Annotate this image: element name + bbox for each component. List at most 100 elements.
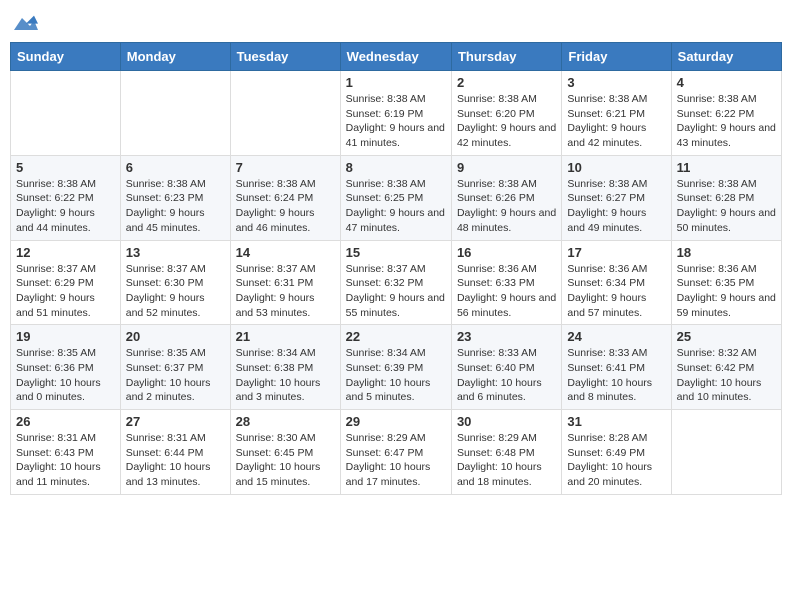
day-info: Sunrise: 8:32 AMSunset: 6:42 PMDaylight:… <box>677 347 762 403</box>
day-number: 22 <box>346 329 446 344</box>
day-info: Sunrise: 8:38 AMSunset: 6:26 PMDaylight:… <box>457 178 556 234</box>
day-info: Sunrise: 8:29 AMSunset: 6:47 PMDaylight:… <box>346 432 431 488</box>
calendar-day-cell: 13 Sunrise: 8:37 AMSunset: 6:30 PMDaylig… <box>120 240 230 325</box>
calendar-week-row: 12 Sunrise: 8:37 AMSunset: 6:29 PMDaylig… <box>11 240 782 325</box>
day-number: 15 <box>346 245 446 260</box>
day-info: Sunrise: 8:38 AMSunset: 6:25 PMDaylight:… <box>346 178 445 234</box>
day-info: Sunrise: 8:34 AMSunset: 6:38 PMDaylight:… <box>236 347 321 403</box>
calendar-day-cell: 27 Sunrise: 8:31 AMSunset: 6:44 PMDaylig… <box>120 410 230 495</box>
day-number: 29 <box>346 414 446 429</box>
calendar-day-cell <box>11 71 121 156</box>
day-number: 31 <box>567 414 665 429</box>
day-number: 2 <box>457 75 556 90</box>
day-number: 16 <box>457 245 556 260</box>
day-number: 3 <box>567 75 665 90</box>
calendar-day-cell: 6 Sunrise: 8:38 AMSunset: 6:23 PMDayligh… <box>120 155 230 240</box>
calendar-header-row: SundayMondayTuesdayWednesdayThursdayFrid… <box>11 43 782 71</box>
day-number: 18 <box>677 245 776 260</box>
calendar-day-cell: 29 Sunrise: 8:29 AMSunset: 6:47 PMDaylig… <box>340 410 451 495</box>
day-info: Sunrise: 8:37 AMSunset: 6:29 PMDaylight:… <box>16 263 96 319</box>
calendar-day-cell: 12 Sunrise: 8:37 AMSunset: 6:29 PMDaylig… <box>11 240 121 325</box>
day-number: 30 <box>457 414 556 429</box>
day-info: Sunrise: 8:28 AMSunset: 6:49 PMDaylight:… <box>567 432 652 488</box>
calendar-day-cell <box>120 71 230 156</box>
day-number: 12 <box>16 245 115 260</box>
calendar-day-cell <box>230 71 340 156</box>
day-number: 7 <box>236 160 335 175</box>
calendar-day-cell: 30 Sunrise: 8:29 AMSunset: 6:48 PMDaylig… <box>451 410 561 495</box>
calendar-day-cell: 23 Sunrise: 8:33 AMSunset: 6:40 PMDaylig… <box>451 325 561 410</box>
calendar-day-cell: 11 Sunrise: 8:38 AMSunset: 6:28 PMDaylig… <box>671 155 781 240</box>
day-info: Sunrise: 8:38 AMSunset: 6:28 PMDaylight:… <box>677 178 776 234</box>
day-info: Sunrise: 8:38 AMSunset: 6:22 PMDaylight:… <box>677 93 776 149</box>
calendar-week-row: 5 Sunrise: 8:38 AMSunset: 6:22 PMDayligh… <box>11 155 782 240</box>
day-number: 4 <box>677 75 776 90</box>
calendar-day-cell: 4 Sunrise: 8:38 AMSunset: 6:22 PMDayligh… <box>671 71 781 156</box>
weekday-header: Friday <box>562 43 671 71</box>
calendar-day-cell: 1 Sunrise: 8:38 AMSunset: 6:19 PMDayligh… <box>340 71 451 156</box>
day-info: Sunrise: 8:36 AMSunset: 6:35 PMDaylight:… <box>677 263 776 319</box>
day-number: 27 <box>126 414 225 429</box>
day-info: Sunrise: 8:37 AMSunset: 6:32 PMDaylight:… <box>346 263 445 319</box>
day-info: Sunrise: 8:38 AMSunset: 6:22 PMDaylight:… <box>16 178 96 234</box>
page-header <box>10 10 782 34</box>
day-number: 23 <box>457 329 556 344</box>
day-number: 10 <box>567 160 665 175</box>
day-info: Sunrise: 8:36 AMSunset: 6:34 PMDaylight:… <box>567 263 647 319</box>
day-number: 24 <box>567 329 665 344</box>
calendar-week-row: 19 Sunrise: 8:35 AMSunset: 6:36 PMDaylig… <box>11 325 782 410</box>
calendar-table: SundayMondayTuesdayWednesdayThursdayFrid… <box>10 42 782 495</box>
calendar-week-row: 1 Sunrise: 8:38 AMSunset: 6:19 PMDayligh… <box>11 71 782 156</box>
weekday-header: Thursday <box>451 43 561 71</box>
day-info: Sunrise: 8:35 AMSunset: 6:36 PMDaylight:… <box>16 347 101 403</box>
day-number: 1 <box>346 75 446 90</box>
day-number: 17 <box>567 245 665 260</box>
calendar-day-cell: 2 Sunrise: 8:38 AMSunset: 6:20 PMDayligh… <box>451 71 561 156</box>
calendar-week-row: 26 Sunrise: 8:31 AMSunset: 6:43 PMDaylig… <box>11 410 782 495</box>
day-number: 21 <box>236 329 335 344</box>
calendar-day-cell: 3 Sunrise: 8:38 AMSunset: 6:21 PMDayligh… <box>562 71 671 156</box>
calendar-day-cell: 14 Sunrise: 8:37 AMSunset: 6:31 PMDaylig… <box>230 240 340 325</box>
day-number: 19 <box>16 329 115 344</box>
logo <box>14 14 40 34</box>
calendar-day-cell: 15 Sunrise: 8:37 AMSunset: 6:32 PMDaylig… <box>340 240 451 325</box>
weekday-header: Tuesday <box>230 43 340 71</box>
weekday-header: Saturday <box>671 43 781 71</box>
day-number: 11 <box>677 160 776 175</box>
day-number: 26 <box>16 414 115 429</box>
day-number: 25 <box>677 329 776 344</box>
calendar-day-cell: 31 Sunrise: 8:28 AMSunset: 6:49 PMDaylig… <box>562 410 671 495</box>
weekday-header: Wednesday <box>340 43 451 71</box>
calendar-day-cell: 26 Sunrise: 8:31 AMSunset: 6:43 PMDaylig… <box>11 410 121 495</box>
day-info: Sunrise: 8:36 AMSunset: 6:33 PMDaylight:… <box>457 263 556 319</box>
day-info: Sunrise: 8:38 AMSunset: 6:23 PMDaylight:… <box>126 178 206 234</box>
day-number: 8 <box>346 160 446 175</box>
day-info: Sunrise: 8:33 AMSunset: 6:41 PMDaylight:… <box>567 347 652 403</box>
day-info: Sunrise: 8:37 AMSunset: 6:31 PMDaylight:… <box>236 263 316 319</box>
calendar-day-cell: 19 Sunrise: 8:35 AMSunset: 6:36 PMDaylig… <box>11 325 121 410</box>
calendar-day-cell: 24 Sunrise: 8:33 AMSunset: 6:41 PMDaylig… <box>562 325 671 410</box>
day-info: Sunrise: 8:31 AMSunset: 6:43 PMDaylight:… <box>16 432 101 488</box>
day-info: Sunrise: 8:29 AMSunset: 6:48 PMDaylight:… <box>457 432 542 488</box>
calendar-day-cell: 10 Sunrise: 8:38 AMSunset: 6:27 PMDaylig… <box>562 155 671 240</box>
day-number: 13 <box>126 245 225 260</box>
weekday-header: Monday <box>120 43 230 71</box>
day-number: 20 <box>126 329 225 344</box>
day-number: 6 <box>126 160 225 175</box>
calendar-day-cell: 17 Sunrise: 8:36 AMSunset: 6:34 PMDaylig… <box>562 240 671 325</box>
day-number: 5 <box>16 160 115 175</box>
day-info: Sunrise: 8:34 AMSunset: 6:39 PMDaylight:… <box>346 347 431 403</box>
weekday-header: Sunday <box>11 43 121 71</box>
day-info: Sunrise: 8:35 AMSunset: 6:37 PMDaylight:… <box>126 347 211 403</box>
calendar-day-cell: 5 Sunrise: 8:38 AMSunset: 6:22 PMDayligh… <box>11 155 121 240</box>
calendar-day-cell: 20 Sunrise: 8:35 AMSunset: 6:37 PMDaylig… <box>120 325 230 410</box>
calendar-day-cell: 7 Sunrise: 8:38 AMSunset: 6:24 PMDayligh… <box>230 155 340 240</box>
calendar-day-cell: 25 Sunrise: 8:32 AMSunset: 6:42 PMDaylig… <box>671 325 781 410</box>
day-info: Sunrise: 8:37 AMSunset: 6:30 PMDaylight:… <box>126 263 206 319</box>
day-info: Sunrise: 8:38 AMSunset: 6:27 PMDaylight:… <box>567 178 647 234</box>
day-info: Sunrise: 8:38 AMSunset: 6:19 PMDaylight:… <box>346 93 445 149</box>
day-info: Sunrise: 8:31 AMSunset: 6:44 PMDaylight:… <box>126 432 211 488</box>
calendar-day-cell: 22 Sunrise: 8:34 AMSunset: 6:39 PMDaylig… <box>340 325 451 410</box>
day-info: Sunrise: 8:38 AMSunset: 6:24 PMDaylight:… <box>236 178 316 234</box>
day-info: Sunrise: 8:38 AMSunset: 6:21 PMDaylight:… <box>567 93 647 149</box>
